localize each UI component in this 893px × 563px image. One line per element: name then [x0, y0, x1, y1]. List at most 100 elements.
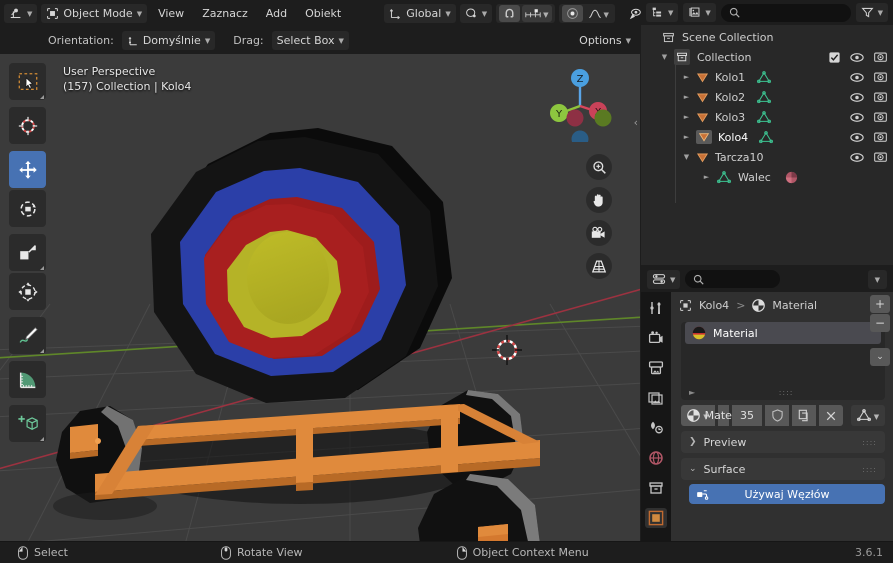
- tab-output[interactable]: [645, 358, 667, 378]
- eye-icon[interactable]: [850, 152, 864, 163]
- camera-render-icon[interactable]: [874, 71, 887, 83]
- use-nodes-button[interactable]: Używaj Węzłów: [689, 484, 885, 504]
- tool-add-cube[interactable]: [9, 405, 46, 442]
- use-nodes-label: Używaj Węzłów: [744, 487, 830, 501]
- menu-select[interactable]: Zaznacz: [195, 4, 255, 23]
- tool-rotate[interactable]: [9, 190, 46, 227]
- panel-header-surface[interactable]: ⌄ Surface ::::: [681, 458, 885, 480]
- x-icon: [826, 411, 836, 420]
- outliner-tree[interactable]: Scene Collection ▼ Collection ► Kolo1 ► …: [641, 25, 893, 265]
- snap-toggle-button[interactable]: [499, 5, 521, 22]
- fake-user-button[interactable]: [765, 405, 789, 426]
- eye-icon[interactable]: [850, 132, 864, 143]
- tab-scene[interactable]: [645, 418, 667, 438]
- sidebar-collapse-arrow[interactable]: ‹: [634, 116, 638, 129]
- material-slot-item[interactable]: Material: [685, 322, 881, 344]
- disclosure-triangle-right[interactable]: ►: [681, 113, 692, 121]
- camera-render-icon[interactable]: [874, 51, 887, 63]
- new-material-button[interactable]: [792, 405, 816, 426]
- outliner-filter-dropdown[interactable]: ▼: [855, 3, 888, 22]
- eye-icon[interactable]: [850, 92, 864, 103]
- tab-material[interactable]: [645, 508, 667, 528]
- tab-object[interactable]: [645, 478, 667, 498]
- eye-icon[interactable]: [850, 112, 864, 123]
- breadcrumb-material-label[interactable]: Material: [772, 299, 817, 312]
- tool-cursor[interactable]: [9, 107, 46, 144]
- add-material-slot-button[interactable]: +: [870, 295, 890, 313]
- camera-view-button[interactable]: [586, 220, 612, 246]
- remove-material-slot-button[interactable]: −: [870, 314, 890, 332]
- camera-render-icon[interactable]: [874, 151, 887, 163]
- outliner-row-walec[interactable]: ► Walec: [641, 167, 893, 187]
- panel-header-preview[interactable]: ❯ Preview ::::: [681, 431, 885, 453]
- tool-scale[interactable]: [9, 234, 46, 271]
- disclosure-triangle-right[interactable]: ►: [681, 133, 692, 141]
- toggle-perspective-button[interactable]: [586, 253, 612, 279]
- disclosure-triangle-down[interactable]: ▼: [681, 153, 692, 161]
- material-users-count[interactable]: 35: [732, 405, 762, 426]
- menu-object[interactable]: Obiekt: [298, 4, 348, 23]
- drag-label: Drag:: [233, 34, 264, 47]
- eye-icon[interactable]: [850, 72, 864, 83]
- list-expand-arrow[interactable]: ►: [689, 388, 695, 397]
- outliner-row-scene-collection[interactable]: Scene Collection: [641, 27, 893, 47]
- object-mode-dropdown[interactable]: Object Mode ▼: [41, 4, 148, 23]
- outliner-row-kolo3[interactable]: ► Kolo3: [641, 107, 893, 127]
- options-dropdown[interactable]: Options ▼: [574, 31, 636, 50]
- menu-add[interactable]: Add: [259, 4, 294, 23]
- unlink-material-button[interactable]: [819, 405, 843, 426]
- eye-icon[interactable]: [850, 52, 864, 63]
- camera-render-icon[interactable]: [874, 131, 887, 143]
- properties-search-input[interactable]: [685, 270, 780, 288]
- material-slot-specials-button[interactable]: ⌄: [870, 348, 890, 366]
- resize-grip[interactable]: ::::: [779, 388, 794, 397]
- outliner-id-type-dropdown[interactable]: ▼: [683, 3, 716, 22]
- mesh-data-icon: [757, 70, 772, 84]
- drag-value-dropdown[interactable]: Select Box ▼: [271, 31, 349, 50]
- menu-view[interactable]: View: [151, 4, 191, 23]
- outliner-row-tarcza10[interactable]: ▼ Tarcza10: [641, 147, 893, 167]
- tool-measure[interactable]: [9, 361, 46, 398]
- properties-options-dropdown[interactable]: ▼: [867, 269, 887, 289]
- breadcrumb-object-label[interactable]: Kolo4: [699, 299, 729, 312]
- options-label: Options: [579, 34, 622, 47]
- tool-annotate[interactable]: [9, 317, 46, 354]
- outliner-display-mode-dropdown[interactable]: ▼: [646, 3, 679, 22]
- proportional-edit-toggle[interactable]: [561, 5, 583, 22]
- camera-render-icon[interactable]: [874, 91, 887, 103]
- disclosure-triangle-down[interactable]: ▼: [659, 53, 670, 61]
- falloff-dropdown[interactable]: ▼: [585, 5, 612, 22]
- material-slot-list[interactable]: Material ► ::::: [681, 322, 885, 400]
- material-data-dropdown[interactable]: ▼: [851, 405, 885, 426]
- properties-editor-type-dropdown[interactable]: ▼: [647, 269, 681, 289]
- snap-target-dropdown[interactable]: ▼: [522, 5, 552, 22]
- disclosure-triangle-right[interactable]: ►: [681, 93, 692, 101]
- camera-render-icon[interactable]: [874, 111, 887, 123]
- outliner-row-kolo4[interactable]: ► Kolo4: [641, 127, 893, 147]
- pivot-point-dropdown[interactable]: ▼: [459, 4, 493, 23]
- disclosure-triangle-right[interactable]: ►: [681, 73, 692, 81]
- tool-select-box[interactable]: [9, 63, 46, 100]
- tool-move[interactable]: [9, 151, 46, 188]
- magnet-icon: [503, 7, 516, 20]
- navigation-gizmo[interactable]: Z Y X: [542, 66, 618, 142]
- disclosure-triangle-right[interactable]: ►: [701, 173, 712, 181]
- zoom-nav-button[interactable]: [586, 154, 612, 180]
- outliner-search-input[interactable]: [720, 3, 851, 22]
- pan-nav-button[interactable]: [586, 187, 612, 213]
- tool-transform[interactable]: [9, 273, 46, 310]
- tab-view-layer[interactable]: [645, 388, 667, 408]
- 3d-viewport[interactable]: User Perspective (157) Collection | Kolo…: [0, 54, 640, 541]
- transform-orientation-dropdown[interactable]: Global ▼: [384, 4, 456, 23]
- editor-type-selector[interactable]: ▼: [4, 4, 38, 23]
- tab-world[interactable]: [645, 448, 667, 468]
- properties-editor: ▼ ▼ Kolo4 > Material Material ►:::: + −…: [641, 266, 893, 541]
- tab-tool[interactable]: [645, 298, 667, 318]
- tab-render[interactable]: [645, 328, 667, 348]
- material-name-field[interactable]: Mate...: [705, 405, 742, 426]
- orientation-value-dropdown[interactable]: Domyślnie ▼: [121, 31, 216, 50]
- collection-checkbox[interactable]: [829, 51, 840, 63]
- outliner-row-collection[interactable]: ▼ Collection: [641, 47, 893, 67]
- outliner-row-kolo1[interactable]: ► Kolo1: [641, 67, 893, 87]
- outliner-row-kolo2[interactable]: ► Kolo2: [641, 87, 893, 107]
